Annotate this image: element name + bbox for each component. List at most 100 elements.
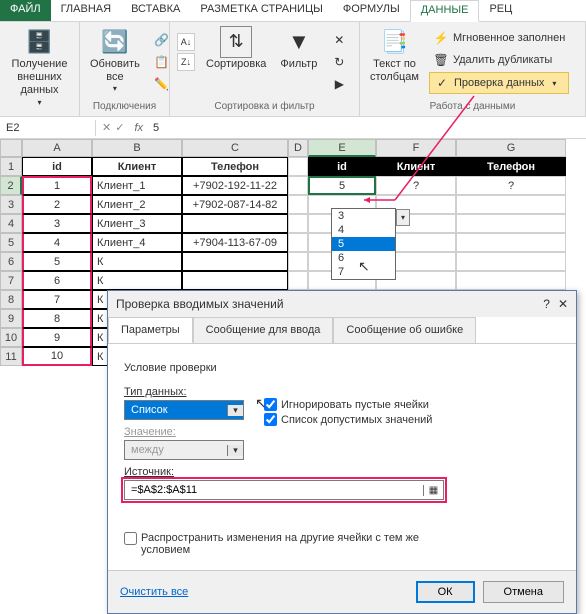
propagate-checkbox[interactable]: Распространить изменения на другие ячейк…	[124, 532, 560, 556]
ok-button[interactable]: ОК	[416, 581, 475, 603]
dialog-help-button[interactable]: ?	[543, 297, 550, 311]
cell-G7[interactable]	[456, 271, 566, 290]
clear-all-button[interactable]: Очистить все	[120, 586, 188, 598]
dropdown-item[interactable]: 3	[332, 209, 395, 223]
source-input[interactable]	[125, 484, 423, 496]
cell-C2[interactable]: +7902-192-11-22	[182, 176, 288, 195]
data-validation-button[interactable]: ✓Проверка данных▾	[429, 72, 569, 94]
refresh-all-button[interactable]: 🔄 Обновить все ▾	[86, 24, 144, 96]
dialog-close-button[interactable]: ✕	[558, 297, 568, 311]
cell-D2[interactable]	[288, 176, 308, 195]
cell-C7[interactable]	[182, 271, 288, 290]
cell-A1[interactable]: id	[22, 157, 92, 176]
name-box[interactable]: E2	[0, 120, 96, 136]
cell-D1[interactable]	[288, 157, 308, 176]
cell-G5[interactable]	[456, 233, 566, 252]
row-header-7[interactable]: 7	[0, 271, 22, 290]
cell-D5[interactable]	[288, 233, 308, 252]
cell-A4[interactable]: 3	[22, 214, 92, 233]
cell-D7[interactable]	[288, 271, 308, 290]
cell-G3[interactable]	[456, 195, 566, 214]
cell-B4[interactable]: Клиент_3	[92, 214, 182, 233]
cell-G1[interactable]: Телефон	[456, 157, 566, 176]
cell-A3[interactable]: 2	[22, 195, 92, 214]
range-selector-button[interactable]: ▦	[423, 485, 443, 496]
row-header-9[interactable]: 9	[0, 309, 22, 328]
get-external-data-button[interactable]: 🗄️ Получение внешних данных ▾	[6, 24, 73, 109]
row-header-5[interactable]: 5	[0, 233, 22, 252]
row-header-10[interactable]: 10	[0, 328, 22, 347]
data-type-combo[interactable]: Список ▾	[124, 400, 244, 420]
cell-C6[interactable]	[182, 252, 288, 271]
cell-C4[interactable]	[182, 214, 288, 233]
remove-duplicates-button[interactable]: 🗑Удалить дубликаты	[429, 50, 569, 70]
allow-list-checkbox[interactable]: Список допустимых значений	[264, 413, 432, 426]
col-header-A[interactable]: A	[22, 139, 92, 157]
cell-A2[interactable]: 1	[22, 176, 92, 195]
cell-A11[interactable]: 10	[22, 347, 92, 366]
cell-F1[interactable]: Клиент	[376, 157, 456, 176]
sort-button[interactable]: ⇅ Сортировка	[202, 24, 270, 73]
tab-file[interactable]: ФАЙЛ	[0, 0, 51, 21]
cell-G6[interactable]	[456, 252, 566, 271]
cell-B2[interactable]: Клиент_1	[92, 176, 182, 195]
cell-A10[interactable]: 9	[22, 328, 92, 347]
dropdown-item[interactable]: 5	[332, 237, 395, 251]
cell-F2[interactable]: ?	[376, 176, 456, 195]
col-header-D[interactable]: D	[288, 139, 308, 157]
cancel-button[interactable]: Отмена	[483, 581, 564, 603]
cell-D6[interactable]	[288, 252, 308, 271]
sort-desc-button[interactable]: Z↓	[177, 53, 195, 71]
tab-input-message[interactable]: Сообщение для ввода	[193, 317, 334, 343]
cell-A7[interactable]: 6	[22, 271, 92, 290]
flash-fill-button[interactable]: ⚡Мгновенное заполнен	[429, 28, 569, 48]
tab-error-message[interactable]: Сообщение об ошибке	[333, 317, 476, 343]
advanced-filter-button[interactable]: ▶	[327, 74, 351, 94]
col-header-G[interactable]: G	[456, 139, 566, 157]
cell-C5[interactable]: +7904-113-67-09	[182, 233, 288, 252]
col-header-F[interactable]: F	[376, 139, 456, 157]
cell-D3[interactable]	[288, 195, 308, 214]
col-header-C[interactable]: C	[182, 139, 288, 157]
cell-B1[interactable]: Клиент	[92, 157, 182, 176]
cell-B3[interactable]: Клиент_2	[92, 195, 182, 214]
tab-data[interactable]: ДАННЫЕ	[410, 0, 480, 22]
cell-G2[interactable]: ?	[456, 176, 566, 195]
reapply-button[interactable]: ↻	[327, 52, 351, 72]
cell-D4[interactable]	[288, 214, 308, 233]
cell-C3[interactable]: +7902-087-14-82	[182, 195, 288, 214]
ignore-empty-checkbox[interactable]: Игнорировать пустые ячейки	[264, 398, 432, 411]
cancel-formula-icon[interactable]: ✕	[102, 121, 111, 134]
select-all-corner[interactable]	[0, 139, 22, 157]
dropdown-handle[interactable]: ▾	[396, 209, 410, 226]
row-header-11[interactable]: 11	[0, 347, 22, 366]
cell-A8[interactable]: 7	[22, 290, 92, 309]
col-header-E[interactable]: E	[308, 139, 376, 157]
cell-B6[interactable]: К	[92, 252, 182, 271]
cell-A5[interactable]: 4	[22, 233, 92, 252]
confirm-formula-icon[interactable]: ✓	[115, 121, 124, 134]
cell-C1[interactable]: Телефон	[182, 157, 288, 176]
text-to-columns-button[interactable]: 📑 Текст по столбцам	[366, 24, 423, 86]
row-header-6[interactable]: 6	[0, 252, 22, 271]
cell-A6[interactable]: 5	[22, 252, 92, 271]
row-header-4[interactable]: 4	[0, 214, 22, 233]
clear-filter-button[interactable]: ✕	[327, 30, 351, 50]
filter-button[interactable]: ▼ Фильтр	[276, 24, 321, 73]
cell-B7[interactable]: К	[92, 271, 182, 290]
row-header-8[interactable]: 8	[0, 290, 22, 309]
tab-insert[interactable]: ВСТАВКА	[121, 0, 190, 21]
tab-home[interactable]: ГЛАВНАЯ	[51, 0, 121, 21]
cell-G4[interactable]	[456, 214, 566, 233]
cell-A9[interactable]: 8	[22, 309, 92, 328]
cell-E2[interactable]: 5	[308, 176, 376, 195]
row-header-3[interactable]: 3	[0, 195, 22, 214]
cell-B5[interactable]: Клиент_4	[92, 233, 182, 252]
cell-E1[interactable]: id	[308, 157, 376, 176]
tab-page-layout[interactable]: РАЗМЕТКА СТРАНИЦЫ	[190, 0, 332, 21]
tab-formulas[interactable]: ФОРМУЛЫ	[333, 0, 410, 21]
tab-parameters[interactable]: Параметры	[108, 317, 193, 343]
formula-input[interactable]: 5	[147, 120, 586, 136]
dropdown-item[interactable]: 4	[332, 223, 395, 237]
row-header-2[interactable]: 2	[0, 176, 22, 195]
